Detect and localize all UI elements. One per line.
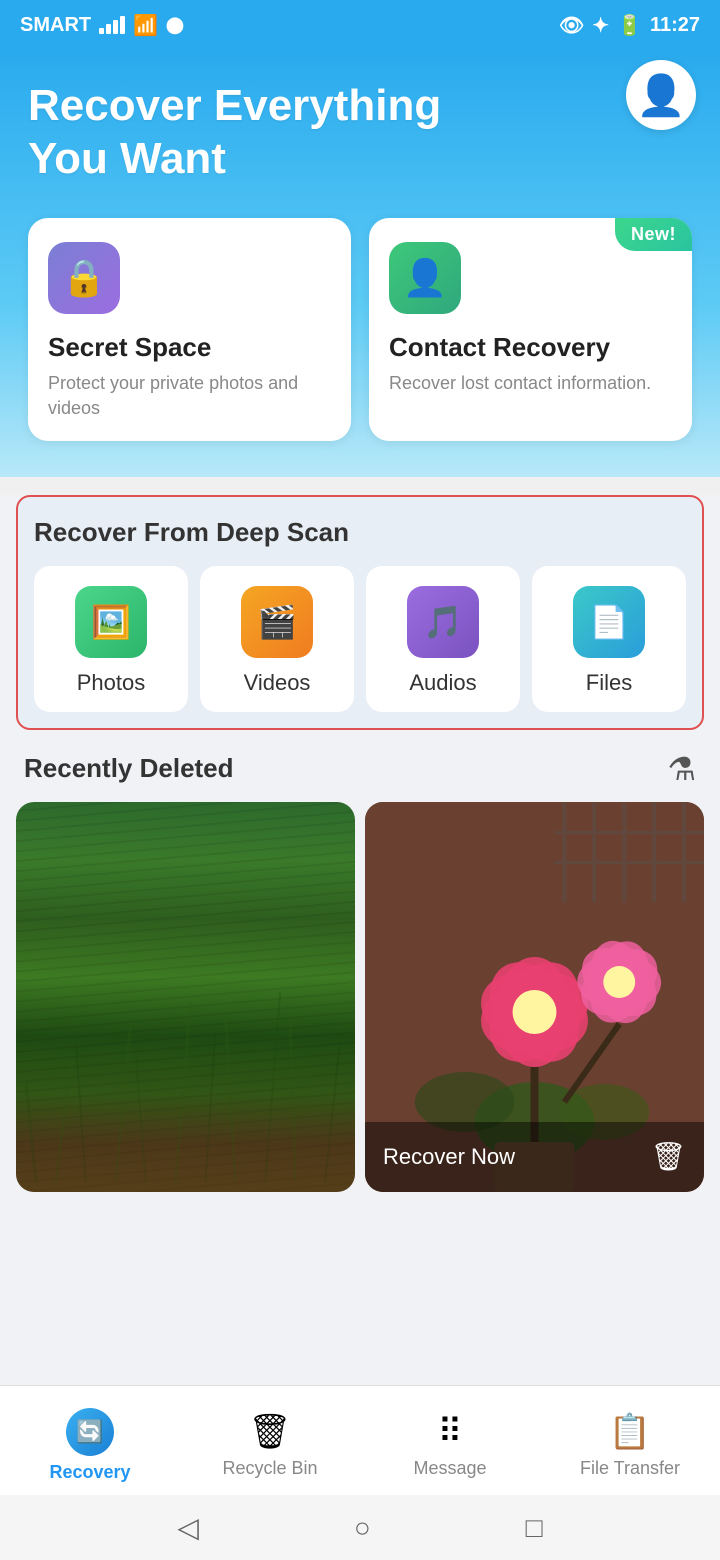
contact-recovery-desc: Recover lost contact information.	[389, 371, 672, 396]
audios-icon: 🎵	[407, 586, 479, 658]
secret-space-desc: Protect your private photos and videos	[48, 371, 331, 421]
deep-scan-section: Recover From Deep Scan 🖼️ Photos 🎬 Video…	[16, 495, 704, 730]
contact-recovery-title: Contact Recovery	[389, 332, 672, 363]
flower-photo[interactable]: Recover Now 🗑	[365, 802, 704, 1192]
recovery-nav-label: Recovery	[49, 1462, 130, 1483]
grass-photo[interactable]	[16, 802, 355, 1192]
nav-item-recovery[interactable]: 🔄 Recovery	[0, 1386, 180, 1495]
message-nav-label: Message	[413, 1458, 486, 1479]
wifi-icon: 📶	[133, 13, 158, 38]
recover-now-text: Recover Now	[383, 1144, 515, 1170]
message-nav-icon: ⠿	[438, 1412, 463, 1452]
eye-icon: 👁	[559, 13, 584, 38]
main-content: Recover From Deep Scan 🖼️ Photos 🎬 Video…	[0, 495, 720, 1387]
file-transfer-nav-label: File Transfer	[580, 1458, 680, 1479]
recycle-bin-nav-icon: 🗑	[248, 1412, 291, 1452]
person-icon: 👤	[636, 72, 686, 119]
scan-grid: 🖼️ Photos 🎬 Videos 🎵 Audios 📄 Files	[34, 566, 686, 712]
circle-icon: ⬤	[166, 15, 184, 35]
nav-item-recycle-bin[interactable]: 🗑 Recycle Bin	[180, 1386, 360, 1495]
scan-item-photos[interactable]: 🖼️ Photos	[34, 566, 188, 712]
scan-item-files[interactable]: 📄 Files	[532, 566, 686, 712]
home-button[interactable]: ○	[354, 1512, 371, 1544]
feature-cards: 🔒 Secret Space Protect your private phot…	[28, 218, 692, 441]
scan-item-audios[interactable]: 🎵 Audios	[366, 566, 520, 712]
grass-thumb-inner	[16, 802, 355, 1192]
scan-item-videos[interactable]: 🎬 Videos	[200, 566, 354, 712]
hero-title: Recover Everything You Want	[28, 80, 488, 186]
carrier-label: SMART	[20, 14, 91, 37]
recently-deleted-title: Recently Deleted	[24, 753, 234, 784]
photos-label: Photos	[77, 670, 146, 696]
files-icon: 📄	[573, 586, 645, 658]
files-label: Files	[586, 670, 632, 696]
contact-icon: 👤	[389, 242, 461, 314]
file-transfer-nav-icon: 📋	[609, 1412, 651, 1452]
recover-bin-icon: 🗑	[650, 1140, 686, 1173]
contact-recovery-card[interactable]: New! 👤 Contact Recovery Recover lost con…	[369, 218, 692, 441]
battery-icon: 🔋	[617, 13, 642, 38]
grass-background	[16, 802, 355, 1192]
status-bar: SMART 📶 ⬤ 👁 ✦ 🔋 11:27	[0, 0, 720, 50]
bottom-nav: 🔄 Recovery 🗑 Recycle Bin ⠿ Message 📋 Fil…	[0, 1385, 720, 1495]
nav-item-message[interactable]: ⠿ Message	[360, 1386, 540, 1495]
recently-deleted-header: Recently Deleted ⚗	[0, 730, 720, 802]
new-badge: New!	[615, 218, 692, 251]
videos-label: Videos	[244, 670, 311, 696]
secret-space-card[interactable]: 🔒 Secret Space Protect your private phot…	[28, 218, 351, 441]
recycle-bin-nav-label: Recycle Bin	[222, 1458, 317, 1479]
recovery-nav-icon: 🔄	[66, 1408, 114, 1456]
bluetooth-icon: ✦	[592, 13, 609, 38]
photos-icon: 🖼️	[75, 586, 147, 658]
time-label: 11:27	[650, 14, 700, 37]
deep-scan-title: Recover From Deep Scan	[34, 517, 686, 548]
header-section: 👤 Recover Everything You Want 🔒 Secret S…	[0, 50, 720, 477]
avatar-button[interactable]: 👤	[626, 60, 696, 130]
back-button[interactable]: ◁	[177, 1511, 199, 1544]
secret-space-title: Secret Space	[48, 332, 331, 363]
status-right: 👁 ✦ 🔋 11:27	[559, 13, 700, 38]
status-left: SMART 📶 ⬤	[20, 13, 184, 38]
signal-bars	[99, 16, 125, 34]
lock-icon: 🔒	[48, 242, 120, 314]
audios-label: Audios	[409, 670, 476, 696]
filter-icon[interactable]: ⚗	[667, 750, 696, 788]
nav-item-file-transfer[interactable]: 📋 File Transfer	[540, 1386, 720, 1495]
system-nav-bar: ◁ ○ □	[0, 1495, 720, 1560]
photo-grid: Recover Now 🗑	[0, 802, 720, 1192]
videos-icon: 🎬	[241, 586, 313, 658]
recover-overlay: Recover Now 🗑	[365, 1122, 704, 1192]
recent-button[interactable]: □	[526, 1512, 543, 1544]
